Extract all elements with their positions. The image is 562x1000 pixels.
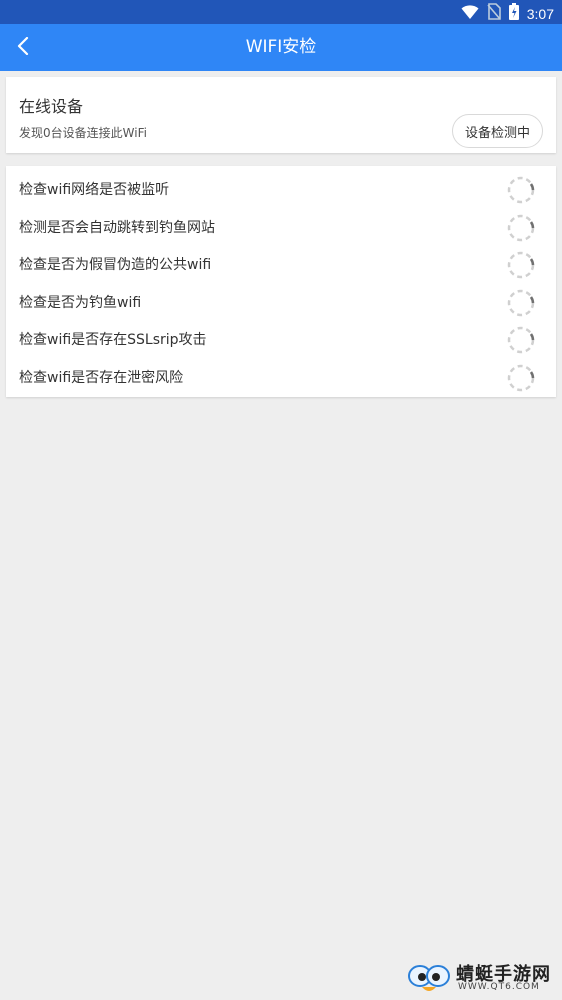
check-row: 检查是否为钓鱼wifi (6, 282, 556, 319)
loading-spinner-icon (507, 289, 535, 317)
check-row: 检测是否会自动跳转到钓鱼网站 (6, 207, 556, 244)
wifi-icon (461, 4, 479, 24)
online-devices-card: 在线设备 发现0台设备连接此WiFi 设备检测中 (6, 77, 556, 153)
status-bar: 3:07 (0, 0, 562, 24)
loading-spinner-icon (507, 251, 535, 279)
page-title: WIFI安检 (245, 37, 317, 57)
device-detect-button[interactable]: 设备检测中 (452, 114, 543, 148)
check-label: 检查是否为假冒伪造的公共wifi (19, 257, 212, 273)
check-label: 检查是否为钓鱼wifi (19, 295, 142, 311)
loading-spinner-icon (507, 364, 535, 392)
no-sim-icon (487, 3, 501, 24)
status-time: 3:07 (526, 5, 554, 22)
check-label: 检查wifi网络是否被监听 (19, 182, 170, 198)
check-label: 检测是否会自动跳转到钓鱼网站 (19, 220, 215, 236)
check-row: 检查wifi是否存在泄密风险 (6, 357, 556, 394)
online-devices-title: 在线设备 (19, 97, 84, 116)
watermark-url: WWW.QT6.COM (458, 982, 540, 992)
security-check-list: 检查wifi网络是否被监听 检测是否会自动跳转到钓鱼网站 检查是否为假冒伪造的公… (6, 166, 556, 397)
online-devices-subtitle: 发现0台设备连接此WiFi (19, 126, 147, 140)
loading-spinner-icon (507, 326, 535, 354)
check-row: 检查wifi是否存在SSLsrip攻击 (6, 319, 556, 356)
mascot-logo-icon (408, 965, 450, 991)
app-bar: WIFI安检 (0, 24, 562, 71)
check-label: 检查wifi是否存在泄密风险 (19, 370, 184, 386)
battery-icon (508, 3, 519, 24)
check-row: 检查是否为假冒伪造的公共wifi (6, 244, 556, 281)
watermark: 蜻蜓手游网 WWW.QT6.COM (406, 962, 556, 996)
loading-spinner-icon (507, 214, 535, 242)
check-label: 检查wifi是否存在SSLsrip攻击 (19, 332, 207, 348)
loading-spinner-icon (507, 176, 535, 204)
check-row: 检查wifi网络是否被监听 (6, 169, 556, 206)
status-icons: 3:07 (461, 3, 554, 24)
